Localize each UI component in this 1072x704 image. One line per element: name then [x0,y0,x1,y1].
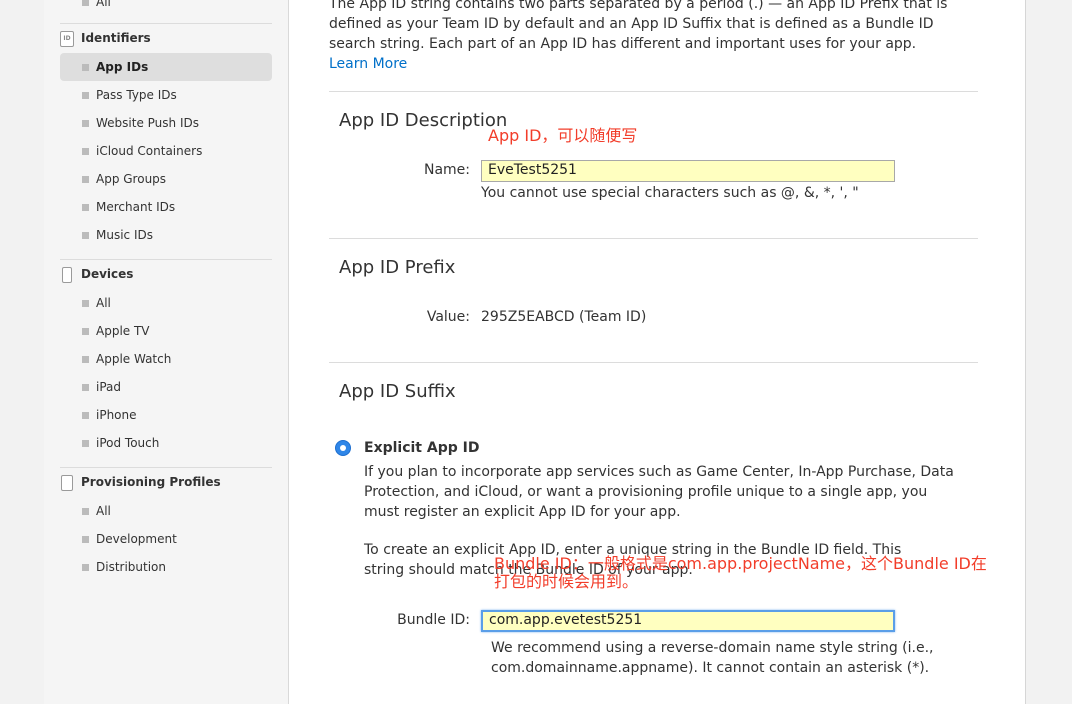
explicit-app-id-radio[interactable] [335,440,351,456]
sidebar-item-app-groups[interactable]: App Groups [60,165,272,193]
sidebar-item-label: Music IDs [96,228,153,242]
bullet-icon [82,440,89,447]
sidebar-item-label: Merchant IDs [96,200,176,214]
sidebar-item-label: App IDs [96,60,149,74]
sidebar-item-label: Pass Type IDs [96,88,177,102]
sidebar-section-label: Devices [81,267,134,281]
sidebar-item-label: Website Push IDs [96,116,199,130]
annotation-bundle-id: Bundle ID：一般格式是com.app.projectName，这个Bun… [494,554,987,591]
sidebar-section-label: Provisioning Profiles [81,475,221,489]
bullet-icon [82,232,89,239]
bullet-icon [82,0,89,6]
sidebar-item-website-push-ids[interactable]: Website Push IDs [60,109,272,137]
section-title-description: App ID Description [339,110,508,131]
sidebar-item-devices-all[interactable]: All [60,289,272,317]
bundle-id-hint: We recommend using a reverse-domain name… [491,640,934,676]
bullet-icon [82,64,89,71]
sidebar-item-development[interactable]: Development [60,525,272,553]
bullet-icon [82,328,89,335]
annotation-app-id: App ID，可以随便写 [488,126,638,145]
sidebar-item-label: Development [96,532,177,546]
sidebar-item-distribution[interactable]: Distribution [60,553,272,581]
sidebar-item-label: iPad [96,380,122,394]
sidebar-item-icloud-containers[interactable]: iCloud Containers [60,137,272,165]
id-icon: ID [60,31,74,47]
name-label: Name: [423,162,470,178]
sidebar-item-music-ids[interactable]: Music IDs [60,221,272,249]
divider [329,91,978,92]
divider [60,259,272,260]
sidebar-item-apple-watch[interactable]: Apple Watch [60,345,272,373]
sidebar-item-label: iPhone [96,408,137,422]
bullet-icon [82,564,89,571]
sidebar-item-certificates-all[interactable]: All [60,0,272,16]
explicit-app-id-description: If you plan to incorporate app services … [364,464,954,520]
divider [60,23,272,24]
sidebar-item-label: Distribution [96,560,167,574]
bundle-id-input[interactable]: com.app.evetest5251 [481,610,895,632]
bullet-icon [82,536,89,543]
sidebar-item-label: All [96,296,111,310]
section-title-suffix: App ID Suffix [339,381,456,402]
sidebar-item-pass-type-ids[interactable]: Pass Type IDs [60,81,272,109]
document-icon [61,475,73,491]
bullet-icon [82,204,89,211]
sidebar-section-identifiers[interactable]: ID Identifiers [60,29,272,51]
sidebar: All ID Identifiers App IDs Pass Type IDs… [44,0,289,704]
sidebar-section-provisioning-profiles[interactable]: Provisioning Profiles [60,473,272,495]
intro-text: The App ID string contains two parts sep… [329,0,959,74]
bullet-icon [82,176,89,183]
bullet-icon [82,148,89,155]
sidebar-item-label: iPod Touch [96,436,160,450]
sidebar-item-label: iCloud Containers [96,144,203,158]
bullet-icon [82,508,89,515]
sidebar-item-label: Apple TV [96,324,150,338]
sidebar-item-label: App Groups [96,172,167,186]
sidebar-section-devices[interactable]: Devices [60,265,272,287]
explicit-app-id-label[interactable]: Explicit App ID [364,438,479,458]
bullet-icon [82,412,89,419]
sidebar-section-label: Identifiers [81,31,151,45]
sidebar-item-iphone[interactable]: iPhone [60,401,272,429]
sidebar-item-ipad[interactable]: iPad [60,373,272,401]
bullet-icon [82,92,89,99]
name-input[interactable]: EveTest5251 [481,160,895,182]
name-hint: You cannot use special characters such a… [481,185,859,201]
section-title-prefix: App ID Prefix [339,257,456,278]
sidebar-item-profiles-all[interactable]: All [60,497,272,525]
sidebar-item-merchant-ids[interactable]: Merchant IDs [60,193,272,221]
sidebar-item-app-ids[interactable]: App IDs [60,53,272,81]
sidebar-item-apple-tv[interactable]: Apple TV [60,317,272,345]
bullet-icon [82,300,89,307]
sidebar-item-label: All [96,0,111,9]
value-label: Value: [426,309,470,325]
sidebar-item-label: Apple Watch [96,352,172,366]
intro-paragraph: The App ID string contains two parts sep… [329,0,948,52]
team-id-value: 295Z5EABCD (Team ID) [481,309,647,325]
divider [329,362,978,363]
phone-icon [62,267,72,283]
bullet-icon [82,384,89,391]
bullet-icon [82,120,89,127]
sidebar-item-ipod-touch[interactable]: iPod Touch [60,429,272,457]
divider [329,238,978,239]
bundle-id-label: Bundle ID: [397,612,470,628]
learn-more-link[interactable]: Learn More [329,56,407,72]
sidebar-item-label: All [96,504,111,518]
bullet-icon [82,356,89,363]
divider [60,467,272,468]
